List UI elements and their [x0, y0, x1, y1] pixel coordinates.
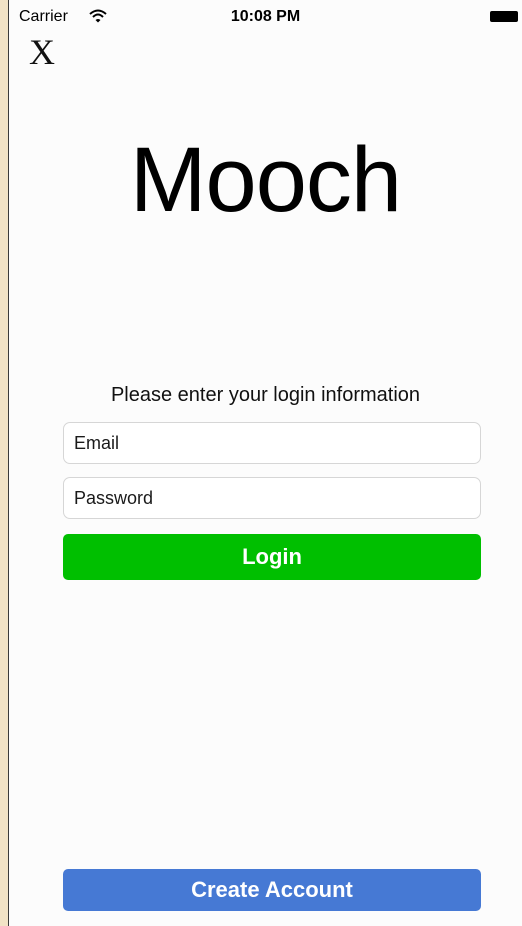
app-title: Mooch: [129, 129, 402, 231]
status-time: 10:08 PM: [230, 8, 301, 25]
close-button[interactable]: X: [29, 34, 55, 70]
login-button[interactable]: Login: [63, 534, 481, 580]
password-field[interactable]: [63, 477, 481, 519]
create-account-button[interactable]: Create Account: [63, 869, 481, 911]
email-field[interactable]: [63, 422, 481, 464]
status-bar: Carrier 10:08 PM: [9, 0, 522, 36]
login-prompt: Please enter your login information: [110, 384, 421, 406]
phone-screen: Carrier 10:08 PM X Mooch Please enter yo…: [8, 0, 522, 926]
battery-icon: [490, 11, 518, 22]
